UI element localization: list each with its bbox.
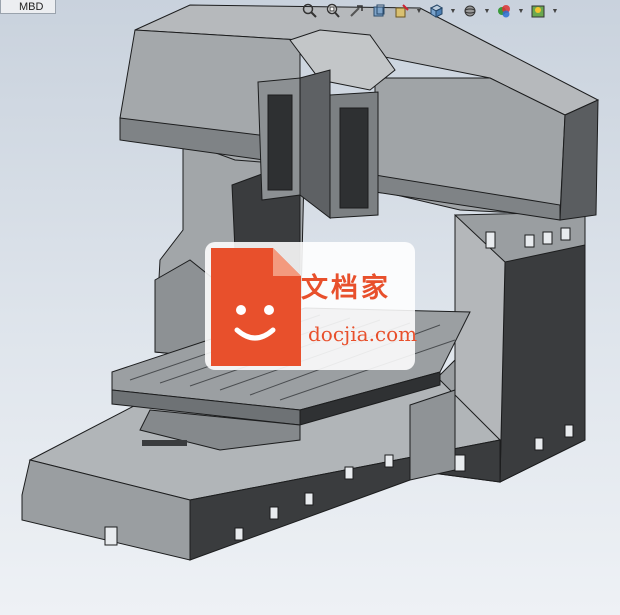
apply-scene-icon[interactable] (528, 1, 548, 21)
chevron-down-icon[interactable]: ▼ (449, 1, 457, 21)
mbd-tab[interactable]: MBD (0, 0, 56, 14)
heads-up-view-toolbar: ▼ ▼ ▼ ▼ ▼ (300, 0, 620, 22)
chevron-down-icon[interactable]: ▼ (551, 1, 559, 21)
section-view-icon[interactable] (369, 1, 389, 21)
saddle-body (299, 69, 331, 220)
graphics-viewport[interactable]: MBD ▼ ▼ ▼ ▼ ▼ 文档家 docjia.com (0, 0, 620, 615)
display-style-icon[interactable] (460, 1, 480, 21)
zoom-to-fit-icon[interactable] (300, 1, 320, 21)
dynamic-annotation-icon[interactable] (392, 1, 412, 21)
crossbeam-end-cap (559, 99, 599, 221)
edit-appearance-icon[interactable] (494, 1, 514, 21)
document-logo-icon (211, 248, 301, 366)
chevron-down-icon[interactable]: ▼ (517, 1, 525, 21)
watermark-title: 文档家 (301, 273, 391, 304)
chevron-down-icon[interactable]: ▼ (415, 1, 423, 21)
view-orientation-icon[interactable] (426, 1, 446, 21)
zoom-to-area-icon[interactable] (323, 1, 343, 21)
watermark-site: docjia.com (308, 322, 418, 346)
watermark: 文档家 docjia.com (205, 242, 418, 370)
previous-view-icon[interactable] (346, 1, 366, 21)
base-right-block (409, 389, 456, 481)
chevron-down-icon[interactable]: ▼ (483, 1, 491, 21)
